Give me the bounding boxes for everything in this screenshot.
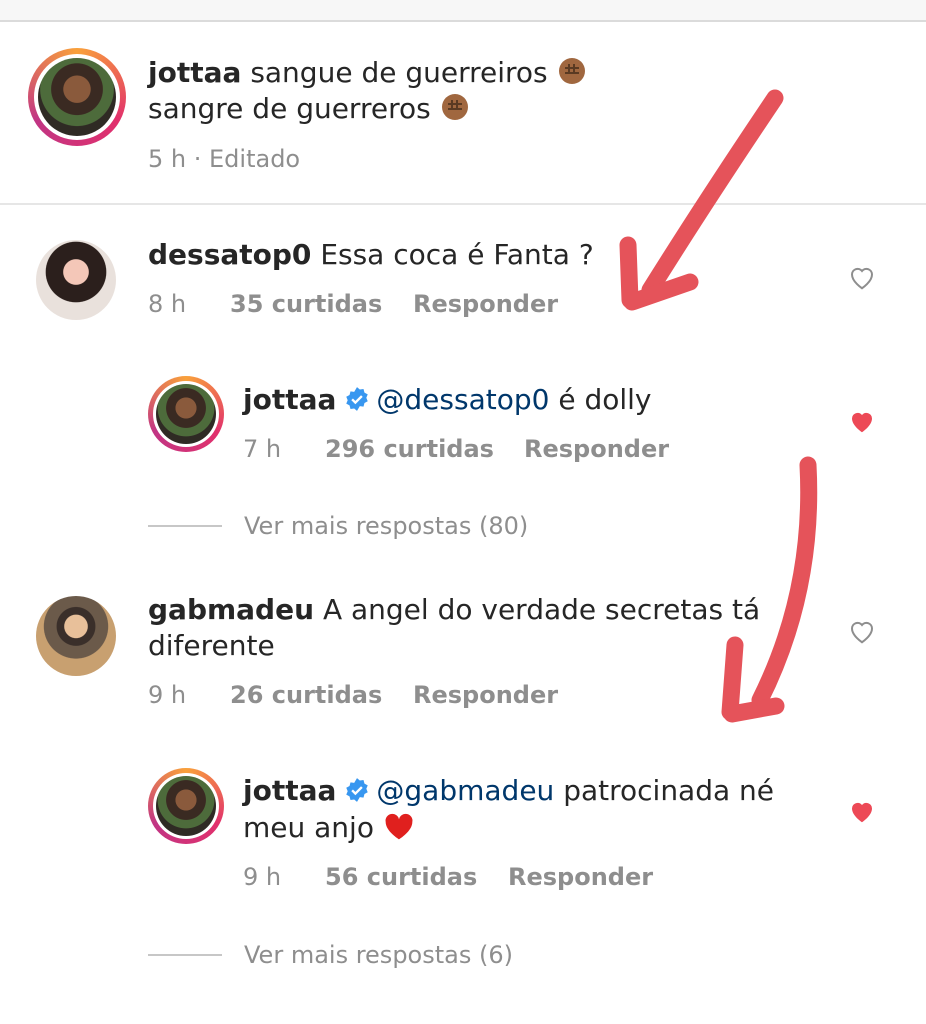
reply-likes[interactable]: 56 curtidas: [325, 863, 477, 891]
reply-button[interactable]: Responder: [413, 290, 558, 318]
more-replies-line: [148, 525, 222, 527]
reply-likes[interactable]: 296 curtidas: [325, 435, 494, 463]
red-heart-emoji-icon: [385, 813, 413, 840]
reply-username[interactable]: jottaa: [243, 774, 336, 807]
comment-likes[interactable]: 35 curtidas: [230, 290, 382, 318]
reply-avatar[interactable]: [148, 768, 224, 844]
fist-emoji-icon: [558, 58, 585, 84]
comment-time: 8 h: [148, 290, 187, 318]
caption-text-2: sangre de guerreros: [148, 92, 431, 125]
comment-username[interactable]: gabmadeu: [148, 593, 314, 626]
reply-avatar[interactable]: [148, 376, 224, 452]
like-heart-icon[interactable]: [847, 616, 877, 646]
reply-time: 7 h: [243, 435, 282, 463]
comment-time: 9 h: [148, 681, 187, 709]
caption-line1: jottaa sangue de guerreiros: [148, 55, 587, 91]
caption-line2: sangre de guerreros: [148, 91, 470, 127]
commenter-avatar[interactable]: [36, 240, 116, 320]
divider: [0, 203, 926, 205]
comment-text: A angel do verdade secretas tá: [322, 593, 761, 626]
verified-badge-icon: [346, 387, 369, 411]
fist-emoji-icon: [441, 94, 468, 120]
comment-text-row: gabmadeu A angel do verdade secretas tá: [148, 592, 760, 628]
caption-meta: 5 h · Editado: [148, 145, 300, 173]
reply-text: é dolly: [558, 383, 652, 416]
liked-heart-icon[interactable]: [847, 796, 877, 826]
reply-text-row: jottaa @dessatop0 é dolly: [243, 382, 652, 418]
reply-text: patrocinada né: [563, 774, 775, 807]
reply-text-2: meu anjo: [243, 811, 374, 844]
view-more-replies[interactable]: Ver mais respostas (80): [244, 512, 528, 540]
reply-button[interactable]: Responder: [524, 435, 669, 463]
comment-username[interactable]: dessatop0: [148, 238, 311, 271]
reply-mention[interactable]: @gabmadeu: [376, 774, 554, 807]
top-bar: [0, 0, 926, 22]
caption-username[interactable]: jottaa: [148, 56, 241, 89]
reply-text-row: jottaa @gabmadeu patrocinada né: [243, 773, 774, 809]
reply-button[interactable]: Responder: [508, 863, 653, 891]
like-heart-icon[interactable]: [847, 262, 877, 292]
reply-time: 9 h: [243, 863, 282, 891]
caption-time: 5 h: [148, 145, 187, 173]
reply-text-line2: meu anjo: [243, 810, 415, 846]
caption-text-1: sangue de guerreiros: [250, 56, 548, 89]
comment-text-line2: diferente: [148, 629, 275, 662]
more-replies-line: [148, 954, 222, 956]
comment-text: Essa coca é Fanta ?: [320, 238, 594, 271]
caption-edited: · Editado: [193, 145, 301, 173]
caption-avatar[interactable]: [28, 48, 126, 146]
liked-heart-icon[interactable]: [847, 406, 877, 436]
verified-badge-icon: [346, 778, 369, 802]
reply-username[interactable]: jottaa: [243, 383, 336, 416]
view-more-replies[interactable]: Ver mais respostas (6): [244, 941, 513, 969]
comment-likes[interactable]: 26 curtidas: [230, 681, 382, 709]
reply-mention[interactable]: @dessatop0: [376, 383, 549, 416]
reply-button[interactable]: Responder: [413, 681, 558, 709]
commenter-avatar[interactable]: [36, 596, 116, 676]
comment-text-row: dessatop0 Essa coca é Fanta ?: [148, 237, 594, 273]
